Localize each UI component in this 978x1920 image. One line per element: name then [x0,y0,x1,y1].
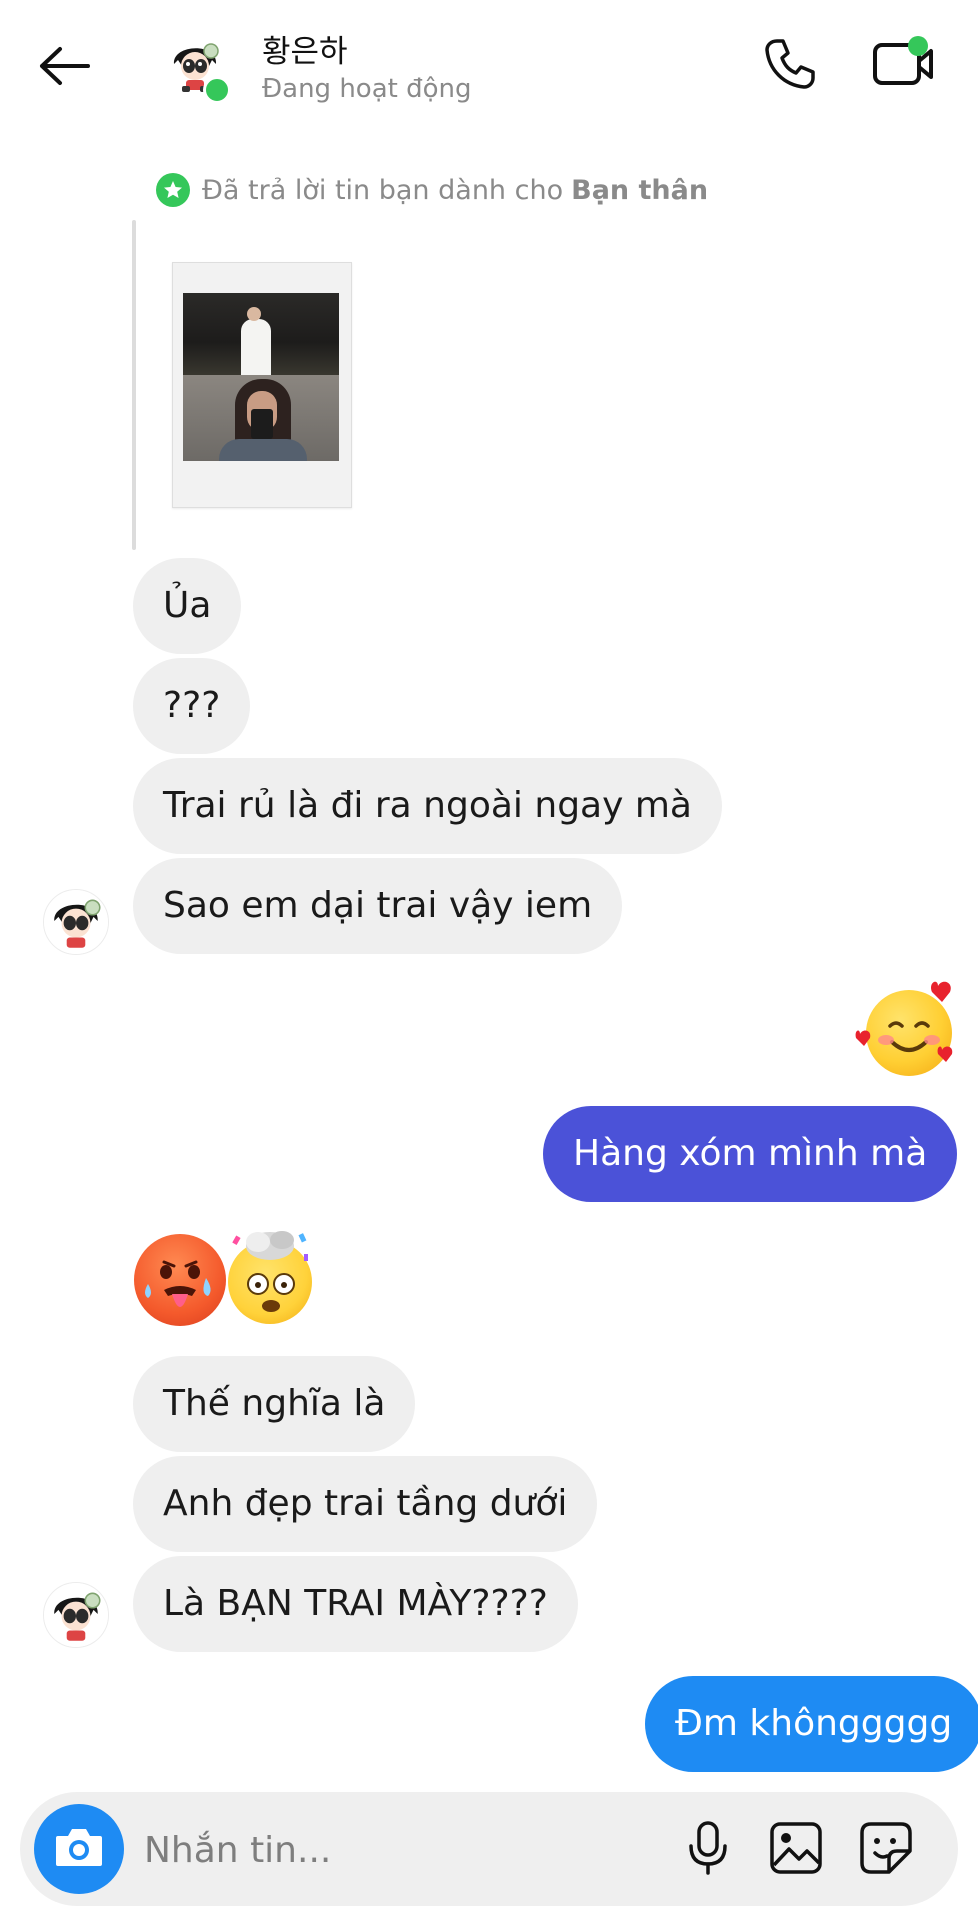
sticker-icon [859,1821,913,1879]
camera-icon [52,1824,106,1874]
online-indicator [203,76,231,104]
sender-avatar[interactable] [43,889,109,955]
contact-status: Đang hoạt động [262,74,472,104]
back-button[interactable] [32,40,96,96]
story-audience: Bạn thân [571,174,709,206]
message-bubble[interactable]: Ủa [133,558,242,654]
story-reply-note: Đã trả lời tin bạn dành cho Bạn thân [156,172,708,208]
message-bubble[interactable]: Anh đẹp trai tầng dưới [133,1456,598,1552]
smiling-face-with-hearts-icon[interactable] [855,981,953,1076]
story-photo-top [183,293,339,375]
microphone-icon [685,1820,731,1880]
arrow-left-icon [38,46,90,90]
reply-divider [132,220,136,550]
exploding-head-icon[interactable] [228,1231,312,1324]
contact-name[interactable]: 황은하 [262,26,348,71]
message-bubble[interactable]: Thế nghĩa là [133,1356,416,1452]
message-bubble-sent[interactable]: Đm khônggggg [645,1676,978,1772]
gallery-button[interactable] [766,1820,826,1880]
star-icon [156,173,190,207]
image-icon [769,1821,823,1879]
message-bubble[interactable]: Là BẠN TRAI MÀY???? [133,1556,578,1652]
voice-call-button[interactable] [760,36,820,96]
camera-button[interactable] [34,1804,124,1894]
chat-header: 황은하 Đang hoạt động [0,0,978,132]
sticker-button[interactable] [856,1820,916,1880]
message-input[interactable] [142,1814,646,1886]
phone-icon [763,37,817,95]
message-bubble[interactable]: Trai rủ là đi ra ngoài ngay mà [133,758,722,854]
message-bubble[interactable]: ??? [133,658,251,754]
story-thumbnail[interactable] [172,262,352,508]
message-bubble-sent[interactable]: Hàng xóm mình mà [543,1106,958,1202]
voice-message-button[interactable] [678,1820,738,1880]
message-composer [20,1792,958,1906]
sender-avatar[interactable] [43,1582,109,1648]
story-photo-bottom [183,375,339,461]
video-active-indicator [908,36,928,56]
story-reply-text: Đã trả lời tin bạn dành cho [202,174,564,206]
message-bubble[interactable]: Sao em dại trai vậy iem [133,858,623,954]
hot-face-icon[interactable] [134,1234,226,1326]
